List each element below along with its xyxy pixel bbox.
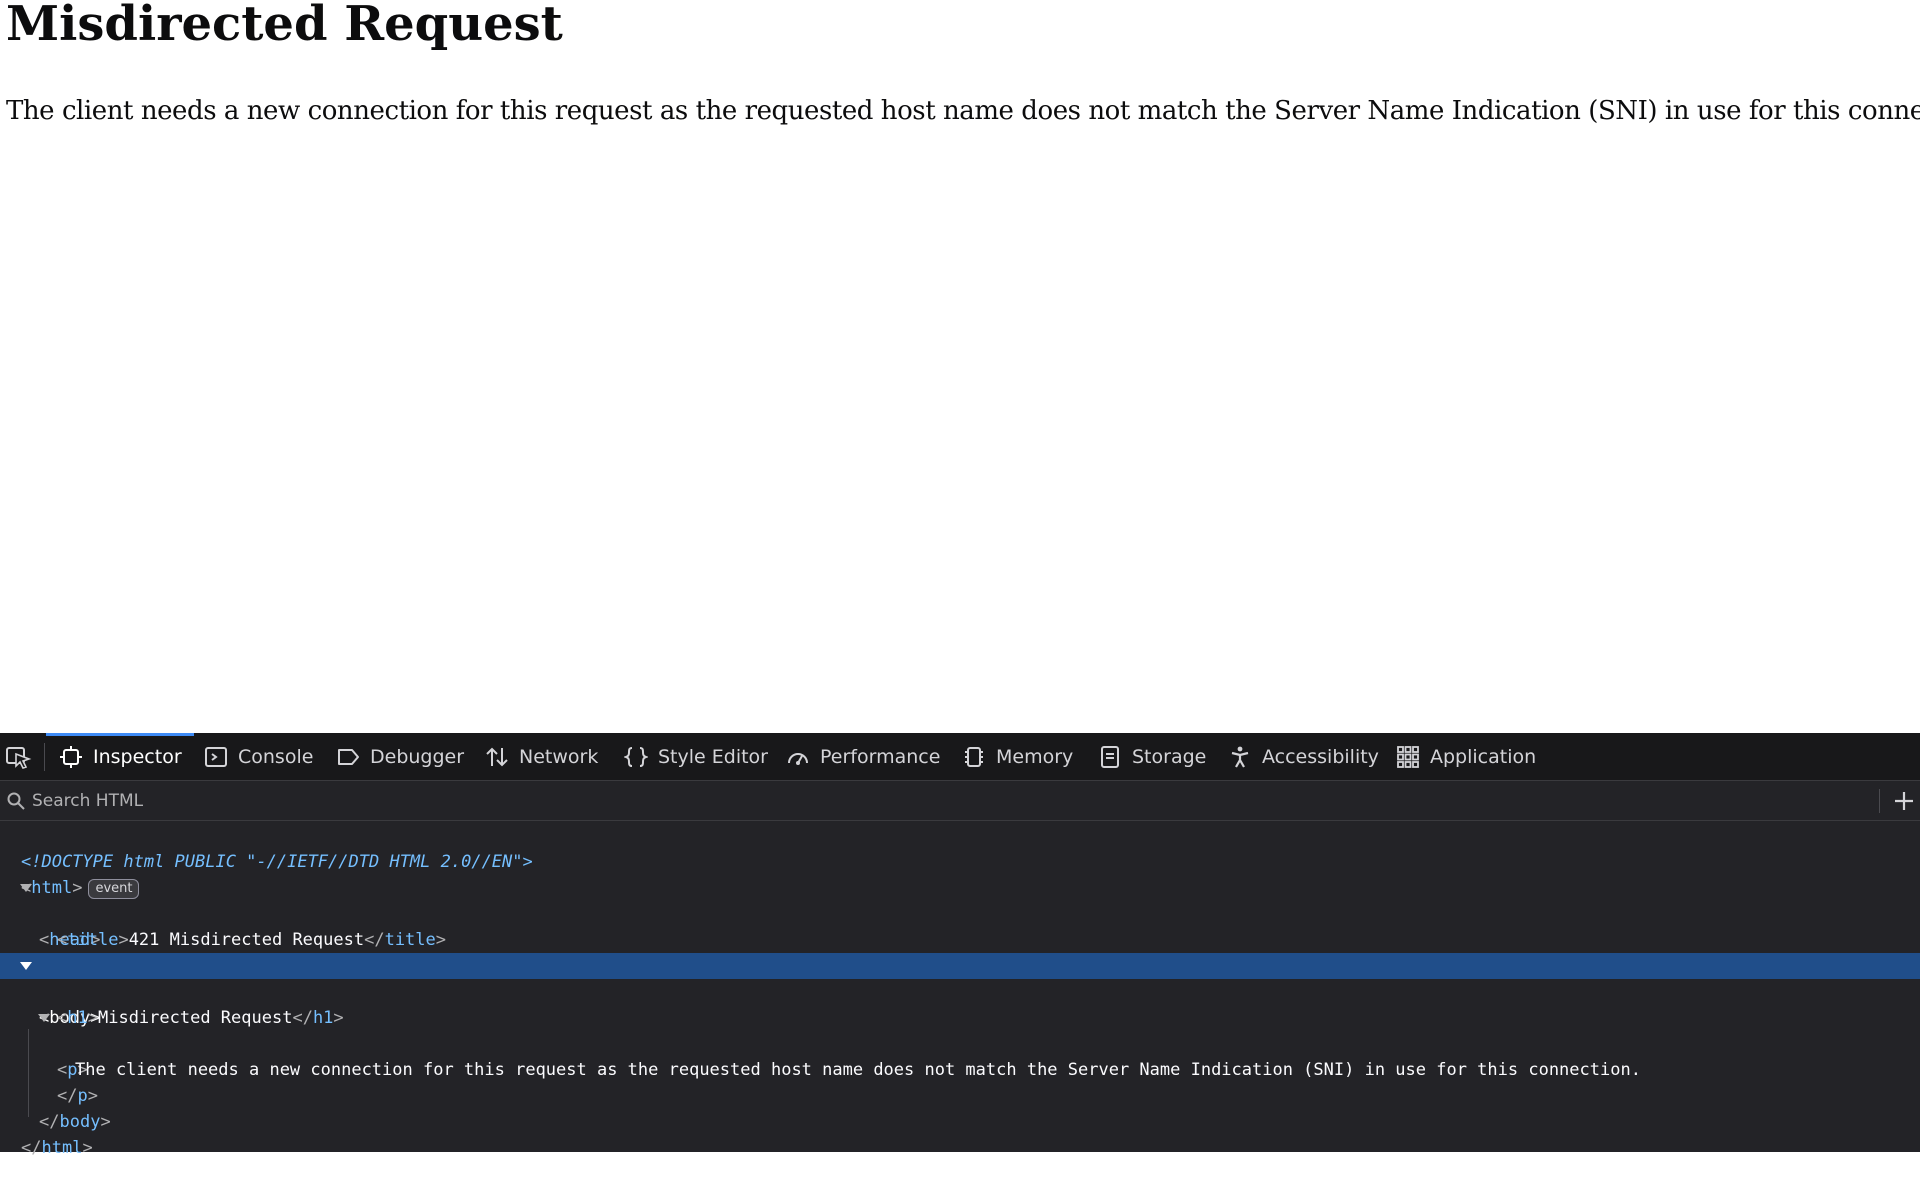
search-bar <box>0 781 1920 821</box>
console-icon <box>205 747 227 767</box>
tab-network[interactable]: Network <box>485 733 598 781</box>
tab-label: Memory <box>996 746 1074 768</box>
add-node-icon[interactable] <box>1892 789 1916 813</box>
head-close-node: </head> <box>0 927 1920 976</box>
tab-memory[interactable]: Memory <box>962 733 1073 781</box>
tab-label: Performance <box>820 746 941 768</box>
expand-twisty-icon[interactable] <box>20 962 32 970</box>
tag-name: html <box>41 1138 83 1158</box>
page-paragraph: The client needs a new connection for th… <box>6 96 1920 126</box>
storage-icon <box>1101 746 1119 768</box>
title-node[interactable]: <title>421 Misdirected Request</title> <box>0 901 1920 950</box>
tab-label: Accessibility <box>1262 746 1379 768</box>
markup-tree: <!DOCTYPE html PUBLIC "-//IETF//DTD HTML… <box>0 821 1920 1158</box>
tab-accessibility[interactable]: Accessibility <box>1228 733 1379 781</box>
doctype-node[interactable]: <!DOCTYPE html PUBLIC "-//IETF//DTD HTML… <box>0 823 1920 872</box>
body-close-node: </body> <box>39 1112 111 1132</box>
tab-style-editor[interactable]: Style Editor <box>624 733 768 781</box>
page-viewport: Misdirected Request The client needs a n… <box>0 0 1920 733</box>
tab-label: Storage <box>1132 746 1207 768</box>
search-html-input[interactable] <box>30 785 1874 817</box>
network-icon <box>486 747 508 767</box>
memory-icon <box>965 747 983 767</box>
tab-label: Console <box>238 746 314 768</box>
toolbar-separator <box>44 743 45 771</box>
performance-icon <box>788 753 808 765</box>
tab-performance[interactable]: Performance <box>786 733 940 781</box>
tab-label: Inspector <box>93 746 182 768</box>
devtools-toolbar: Inspector Console Debugger Network Style… <box>0 733 1920 781</box>
devtools-panel: Inspector Console Debugger Network Style… <box>0 733 1920 1158</box>
application-icon <box>1397 746 1419 768</box>
tab-debugger[interactable]: Debugger <box>336 733 464 781</box>
p-node[interactable]: <p> <box>0 1005 1920 1080</box>
accessibility-icon <box>1231 746 1249 768</box>
style-editor-icon <box>624 747 648 767</box>
tab-application[interactable]: Application <box>1396 733 1536 781</box>
page-heading: Misdirected Request <box>6 0 563 52</box>
inspector-icon <box>60 746 82 768</box>
tab-inspector[interactable]: Inspector <box>46 733 194 781</box>
tab-label: Network <box>519 746 599 768</box>
h1-node[interactable]: <h1>Misdirected Request</h1> <box>0 979 1920 1028</box>
expand-twisty-icon[interactable] <box>20 884 32 892</box>
tab-label: Style Editor <box>658 746 768 768</box>
head-node[interactable]: <head> <box>0 875 1920 950</box>
expand-twisty-icon[interactable] <box>38 1014 50 1022</box>
p-text-node[interactable]: The client needs a new connection for th… <box>0 1031 1920 1080</box>
tab-console[interactable]: Console <box>204 733 313 781</box>
p-close-node: </p> <box>57 1086 98 1106</box>
search-separator <box>1879 789 1880 813</box>
tab-label: Application <box>1430 746 1537 768</box>
tab-label: Debugger <box>370 746 465 768</box>
tab-storage[interactable]: Storage <box>1098 733 1206 781</box>
html-node[interactable]: <html> event <box>0 849 1920 899</box>
element-picker-icon[interactable] <box>4 745 32 769</box>
search-icon <box>7 792 25 810</box>
body-node-selected[interactable]: <body> <box>0 953 1920 1028</box>
debugger-icon <box>338 749 359 765</box>
html-close-node: </html> <box>21 1138 93 1158</box>
